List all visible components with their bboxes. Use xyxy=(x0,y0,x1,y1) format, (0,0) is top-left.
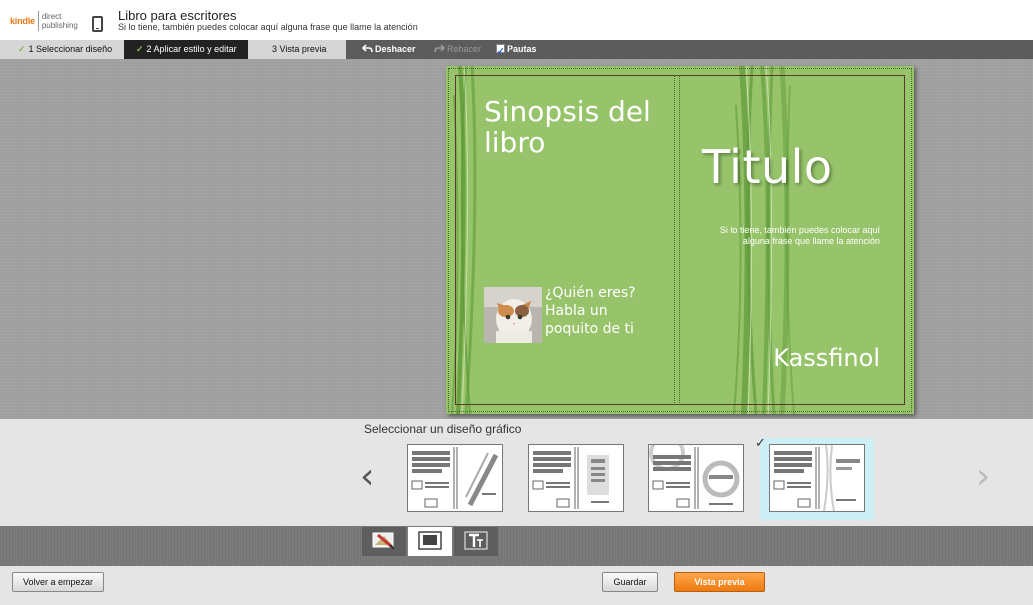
next-designs-arrow-icon[interactable]: › xyxy=(976,459,990,495)
selector-title: Seleccionar un diseño gráfico xyxy=(364,422,522,436)
design-thumb-3[interactable] xyxy=(648,435,744,512)
cover-title[interactable]: Titulo xyxy=(702,140,902,194)
guides-label: Pautas xyxy=(507,44,537,54)
selected-check-icon: ✓ xyxy=(755,435,766,450)
tablet-device-icon xyxy=(92,16,103,32)
guides-checkbox[interactable] xyxy=(496,42,505,61)
cat-photo-image xyxy=(484,287,542,343)
undo-label: Deshacer xyxy=(375,44,416,54)
check-icon: ✓ xyxy=(18,44,26,54)
layout-text-blocks-icon xyxy=(773,444,860,512)
preview-button[interactable]: Vista previa xyxy=(674,572,765,592)
step-apply-style[interactable]: ✓ 2 Aplicar estilo y editar xyxy=(124,40,257,59)
step-toolbar: ✓ 1 Seleccionar diseño ✓ 2 Aplicar estilo … xyxy=(0,40,1033,61)
logo-publishing-text: publishing xyxy=(41,21,78,30)
redo-icon xyxy=(434,44,446,53)
logo-direct-text: direct xyxy=(41,12,62,21)
design-thumb-4[interactable] xyxy=(769,444,865,512)
background-style-icon xyxy=(372,532,395,550)
logo-direct-publishing: direct publishing xyxy=(42,12,78,30)
layout-diagonal-icon xyxy=(411,447,499,509)
tab-layout[interactable] xyxy=(408,527,452,556)
design-selector: Seleccionar un diseño gráfico ‹ › ✓ xyxy=(0,419,1033,526)
cover-subtitle[interactable]: Si lo tiene, también puedes colocar aquí… xyxy=(700,225,880,247)
book-title: Libro para escritores xyxy=(118,8,237,23)
book-cover[interactable]: Sinopsis del libro ¿Quién eres? Habla un… xyxy=(446,66,914,414)
check-icon: ✓ xyxy=(136,44,144,54)
step-label: 2 Aplicar estilo y editar xyxy=(146,44,237,54)
author-blurb[interactable]: ¿Quién eres? Habla un poquito de ti xyxy=(545,284,645,338)
prev-designs-arrow-icon[interactable]: ‹ xyxy=(360,459,374,495)
layout-image-column-icon xyxy=(532,447,609,509)
back-cover-heading[interactable]: Sinopsis del libro xyxy=(484,96,674,158)
editor-canvas: Sinopsis del libro ¿Quién eres? Habla un… xyxy=(0,59,1033,419)
layout-circle-icon xyxy=(649,435,740,509)
step-label: 1 Seleccionar diseño xyxy=(28,44,113,54)
editor-tab-bar xyxy=(0,526,1033,566)
footer-bar: Volver a empezar Guardar Vista previa xyxy=(0,566,1033,605)
book-subtitle: Si lo tiene, también puedes colocar aquí… xyxy=(118,22,418,32)
design-thumb-1[interactable] xyxy=(407,444,503,512)
undo-icon xyxy=(361,44,373,53)
design-thumb-2[interactable] xyxy=(528,444,624,512)
author-photo[interactable] xyxy=(484,287,542,343)
step-label: 3 Vista previa xyxy=(272,44,327,54)
tab-background-style[interactable] xyxy=(362,527,406,556)
kdp-logo: kindle direct publishing xyxy=(10,10,78,32)
tab-text-style[interactable] xyxy=(454,527,498,556)
app-header: kindle direct publishing Libro para escr… xyxy=(0,0,1033,40)
step-select-design[interactable]: ✓ 1 Seleccionar diseño xyxy=(0,40,124,59)
spine-guide xyxy=(674,75,680,405)
cover-author[interactable]: Kassfinol xyxy=(746,344,880,372)
restart-button[interactable]: Volver a empezar xyxy=(12,572,104,592)
logo-kindle-text: kindle xyxy=(10,16,35,26)
text-style-icon xyxy=(464,531,488,550)
redo-button[interactable]: Rehacer xyxy=(434,40,481,59)
layout-icon xyxy=(418,531,442,550)
logo-separator xyxy=(37,11,39,31)
guides-toggle[interactable]: Pautas xyxy=(496,40,537,61)
save-button[interactable]: Guardar xyxy=(602,572,658,592)
step-preview[interactable]: 3 Vista previa xyxy=(248,40,346,59)
redo-label: Rehacer xyxy=(447,44,482,54)
undo-button[interactable]: Deshacer xyxy=(361,40,416,59)
